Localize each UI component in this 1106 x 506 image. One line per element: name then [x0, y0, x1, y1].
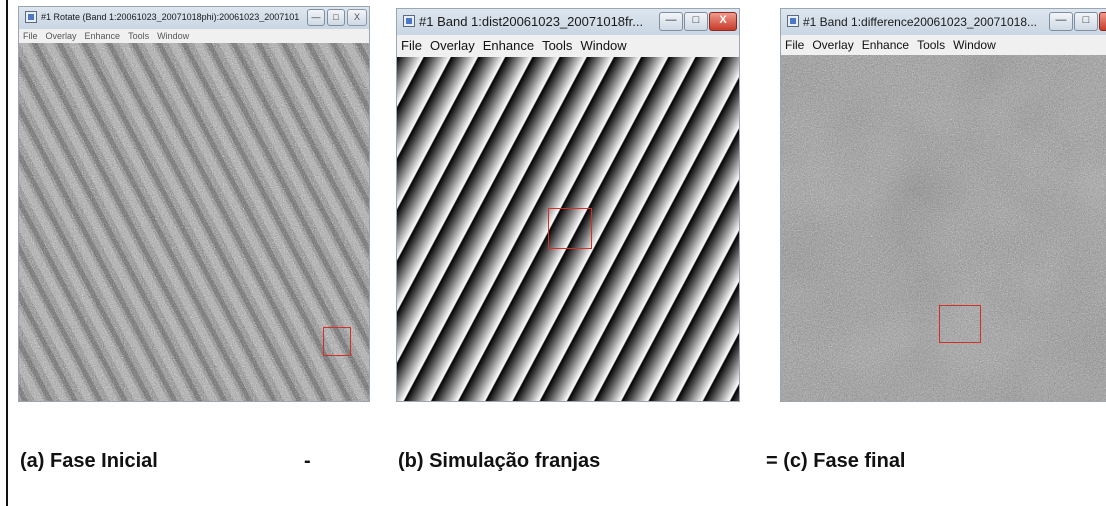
image-display-phase[interactable] [19, 43, 369, 401]
maximize-button[interactable]: □ [684, 12, 708, 31]
minimize-button[interactable]: — [659, 12, 683, 31]
left-border-line [6, 0, 8, 506]
window-simulacao-franjas[interactable]: #1 Band 1:dist20061023_20071018fr... — □… [396, 8, 740, 402]
menu-file[interactable]: File [19, 29, 42, 43]
titlebar[interactable]: #1 Band 1:difference20061023_20071018...… [781, 9, 1106, 35]
caption-fase-final: = (c) Fase final [766, 450, 906, 472]
close-button[interactable]: X [1099, 12, 1106, 31]
menu-enhance[interactable]: Enhance [858, 35, 913, 55]
caption-minus-operator: - [304, 450, 311, 472]
caption-fase-inicial: (a) Fase Inicial [20, 450, 158, 472]
titlebar[interactable]: #1 Band 1:dist20061023_20071018fr... — □… [397, 9, 739, 35]
menu-tools[interactable]: Tools [538, 35, 576, 57]
window-title: #1 Rotate (Band 1:20061023_20071018phi):… [41, 12, 299, 22]
menu-overlay[interactable]: Overlay [426, 35, 479, 57]
image-display-difference[interactable] [781, 55, 1106, 401]
menu-enhance[interactable]: Enhance [479, 35, 538, 57]
minimize-button[interactable]: — [1049, 12, 1073, 31]
app-icon [787, 15, 799, 27]
minimize-button[interactable]: — [307, 9, 325, 26]
menu-file[interactable]: File [781, 35, 808, 55]
window-title: #1 Band 1:difference20061023_20071018... [803, 15, 1037, 29]
close-button[interactable]: X [347, 9, 367, 26]
selection-box[interactable] [939, 305, 981, 343]
close-button[interactable]: X [709, 12, 737, 31]
menu-tools[interactable]: Tools [913, 35, 949, 55]
maximize-button[interactable]: □ [1074, 12, 1098, 31]
titlebar[interactable]: #1 Rotate (Band 1:20061023_20071018phi):… [19, 7, 369, 29]
app-icon [25, 11, 37, 23]
menu-tools[interactable]: Tools [124, 29, 153, 43]
menu-window[interactable]: Window [576, 35, 630, 57]
caption-simulacao-franjas: (b) Simulação franjas [398, 450, 601, 472]
menu-overlay[interactable]: Overlay [808, 35, 857, 55]
image-display-fringes[interactable] [397, 57, 739, 401]
selection-box[interactable] [548, 208, 592, 249]
app-icon [403, 15, 415, 27]
menu-bar: File Overlay Enhance Tools Window [781, 35, 1106, 56]
window-title: #1 Band 1:dist20061023_20071018fr... [419, 14, 644, 29]
selection-box[interactable] [323, 327, 351, 356]
menu-window[interactable]: Window [949, 35, 1000, 55]
menu-enhance[interactable]: Enhance [81, 29, 125, 43]
maximize-button[interactable]: □ [327, 9, 345, 26]
window-fase-final[interactable]: #1 Band 1:difference20061023_20071018...… [780, 8, 1106, 402]
menu-bar: File Overlay Enhance Tools Window [19, 29, 369, 44]
menu-bar: File Overlay Enhance Tools Window [397, 35, 739, 58]
menu-file[interactable]: File [397, 35, 426, 57]
window-fase-inicial[interactable]: #1 Rotate (Band 1:20061023_20071018phi):… [18, 6, 370, 402]
menu-overlay[interactable]: Overlay [42, 29, 81, 43]
menu-window[interactable]: Window [153, 29, 193, 43]
